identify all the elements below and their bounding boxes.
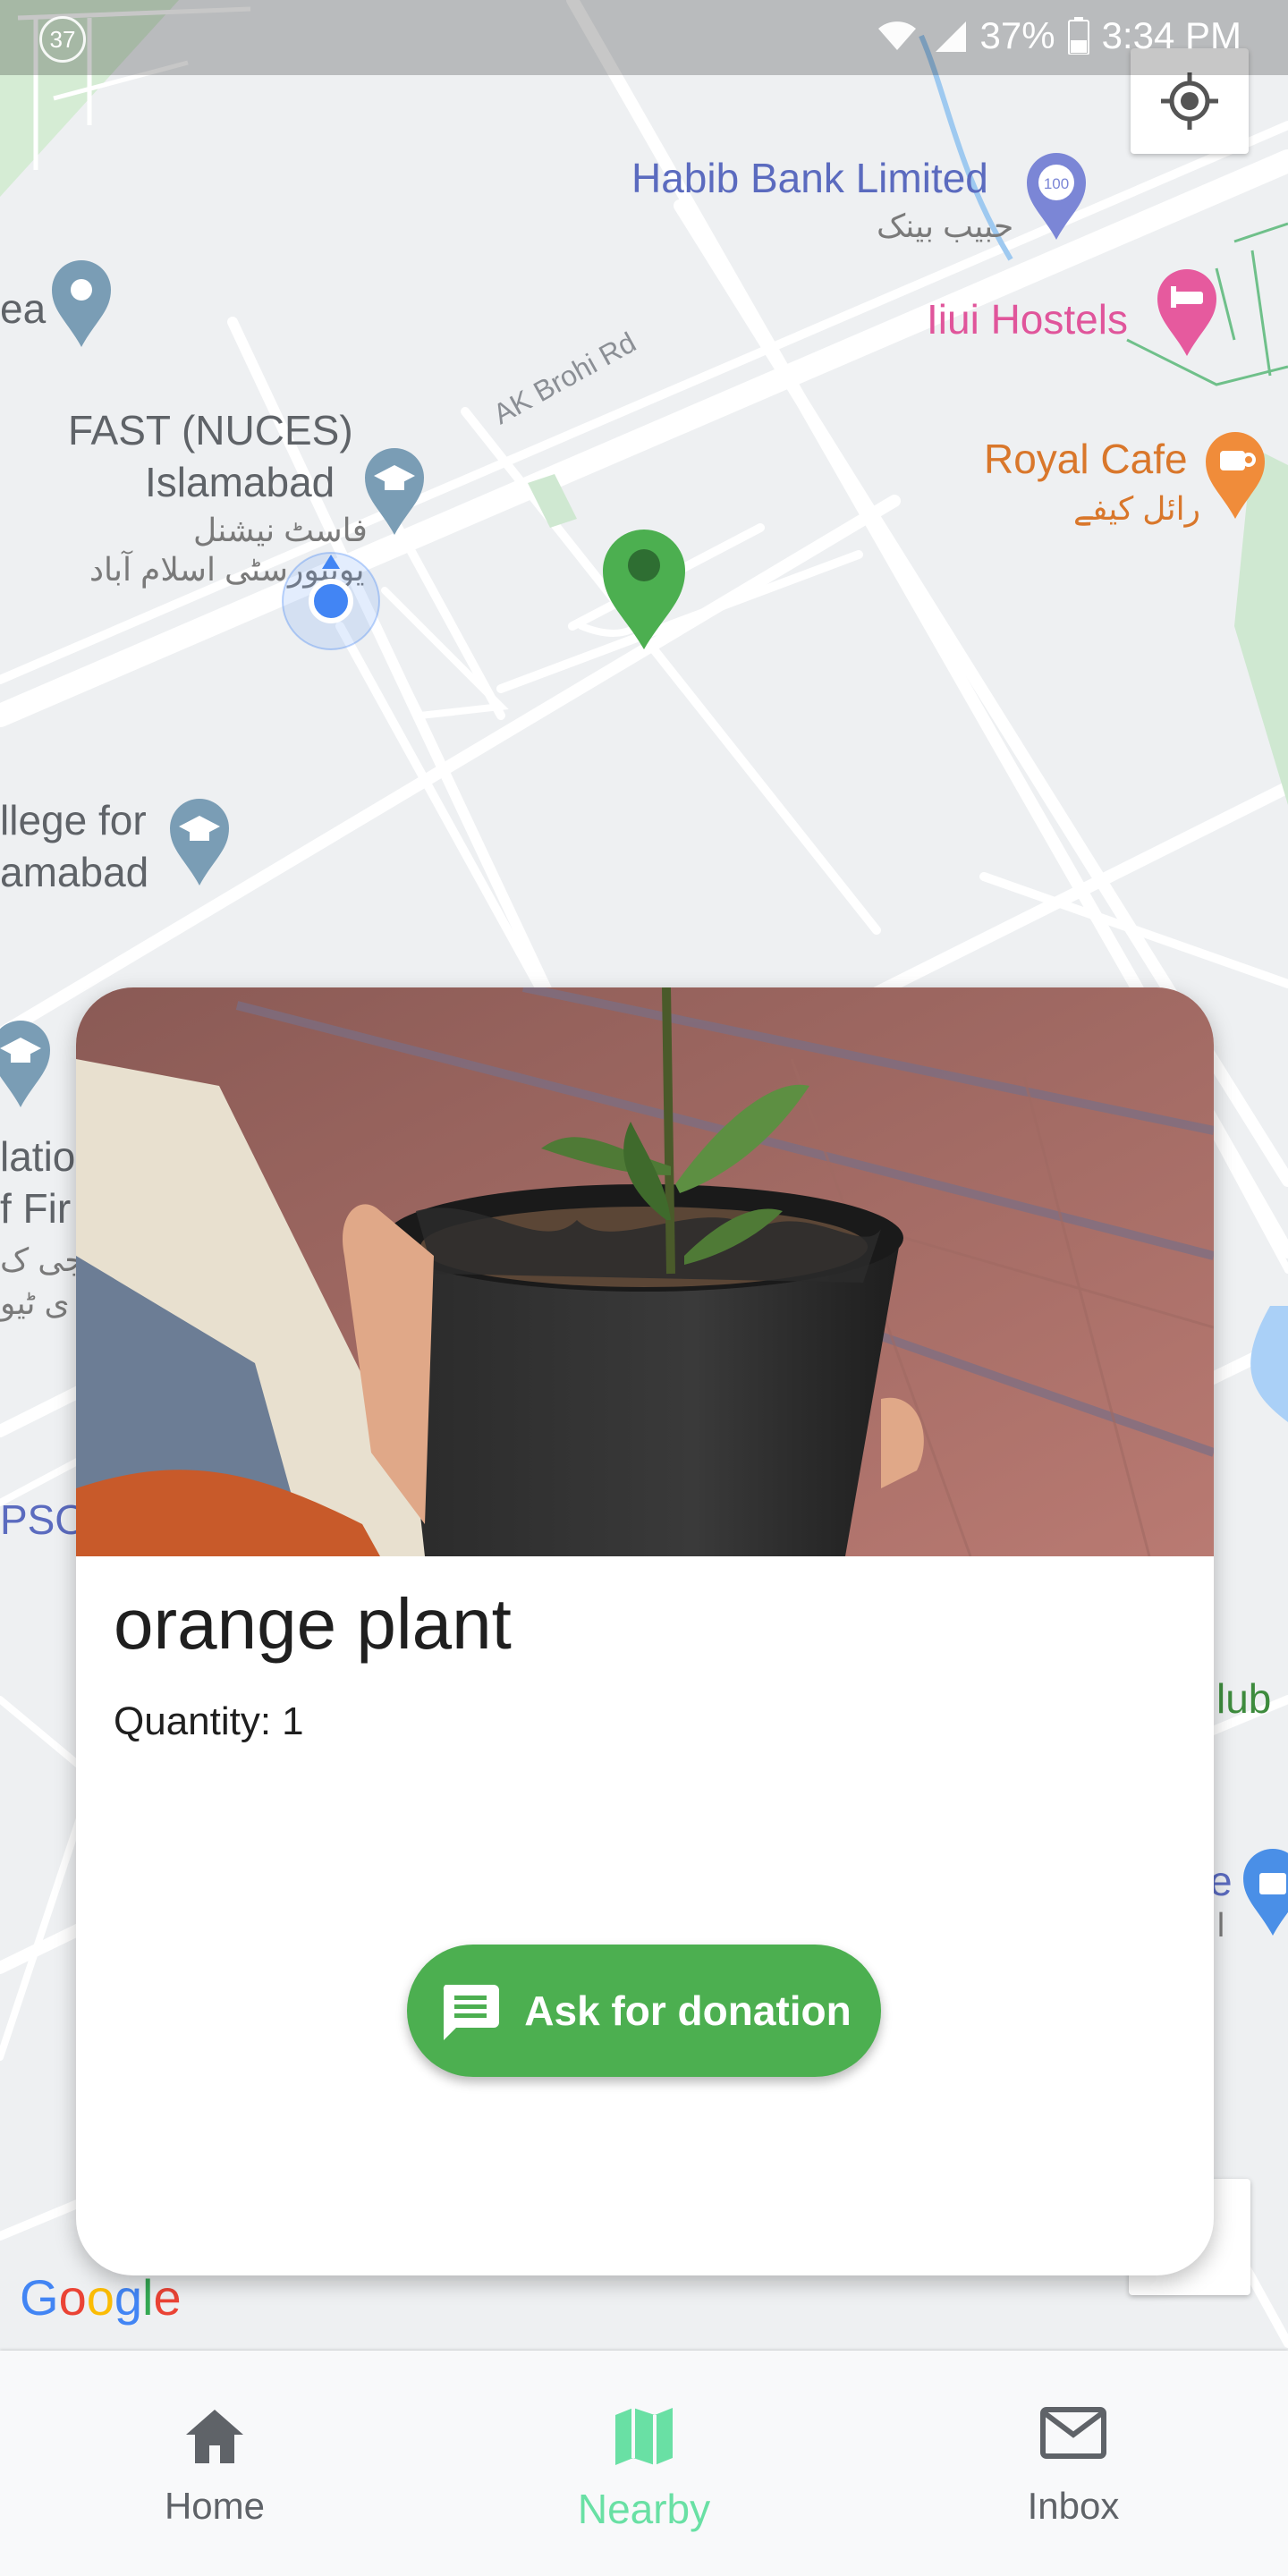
poi-royal-cafe-label: Royal Cafe — [984, 436, 1188, 482]
bottom-navigation: Home Nearby Inbox — [0, 2351, 1288, 2576]
shopping-pin-icon[interactable] — [1241, 1848, 1288, 1937]
place-pin-icon[interactable] — [50, 259, 113, 349]
hotel-pin-icon[interactable] — [1156, 268, 1218, 358]
home-icon — [186, 2410, 243, 2463]
bank-pin-badge: 100 — [1044, 175, 1069, 192]
item-quantity: Quantity: 1 — [114, 1699, 304, 1744]
ask-for-donation-button[interactable]: Ask for donation — [407, 1945, 881, 2077]
google-logo: Google — [20, 2268, 182, 2326]
college-pin-icon[interactable] — [168, 798, 231, 887]
donation-card[interactable]: orange plant Quantity: 1 Ask for donation — [76, 987, 1214, 2275]
wifi-icon — [877, 21, 916, 50]
google-logo-letter: G — [20, 2269, 59, 2326]
status-bar: 37 37% 3:34 PM — [0, 0, 1288, 75]
poi-fast-label-line1: FAST (NUCES) — [68, 407, 353, 453]
mail-icon — [1040, 2407, 1106, 2459]
google-logo-letter: e — [153, 2269, 182, 2326]
message-icon — [444, 1985, 500, 2040]
google-logo-letter: l — [142, 2269, 154, 2326]
nav-inbox-label: Inbox — [1027, 2485, 1120, 2527]
quantity-label: Quantity: — [114, 1699, 272, 1743]
clock: 3:34 PM — [1101, 14, 1241, 56]
plant-photo — [76, 987, 1214, 1556]
nav-nearby[interactable]: Nearby — [510, 2351, 778, 2576]
nav-nearby-label: Nearby — [577, 2486, 711, 2532]
item-title: orange plant — [114, 1584, 512, 1664]
university-pin-icon[interactable] — [363, 447, 426, 537]
poi-habib-bank-urdu-label: حبیب بینک — [877, 208, 1014, 244]
ask-for-donation-label: Ask for donation — [524, 1987, 852, 2034]
poi-hostels-label: Iiui Hostels — [927, 296, 1128, 343]
notification-badge: 37 — [39, 16, 86, 63]
nav-inbox[interactable]: Inbox — [939, 2351, 1208, 2576]
battery-icon — [1067, 17, 1089, 55]
nav-home[interactable]: Home — [80, 2351, 349, 2576]
google-logo-letter: g — [114, 2269, 143, 2326]
google-logo-letter: o — [58, 2269, 87, 2326]
poi-partial-label-1: latio — [0, 1133, 76, 1180]
donation-marker-icon[interactable] — [601, 530, 687, 651]
nav-home-label: Home — [164, 2485, 266, 2527]
map-icon — [615, 2408, 673, 2465]
quantity-value: 1 — [282, 1699, 304, 1743]
poi-college-label-line1: llege for — [0, 797, 147, 843]
cafe-pin-icon[interactable] — [1204, 431, 1267, 521]
poi-ea-label: ea — [0, 285, 47, 332]
poi-partial-label-2: f Fir — [0, 1185, 72, 1232]
signal-icon — [935, 21, 966, 52]
poi-club-label: lub — [1216, 1675, 1272, 1722]
poi-habib-bank-label: Habib Bank Limited — [631, 155, 988, 201]
poi-partial-label-4: ی ٹیو — [0, 1284, 70, 1321]
crosshair-icon — [1161, 72, 1218, 130]
poi-college-label-line2: amabad — [0, 849, 149, 895]
bank-pin-icon[interactable]: 100 — [1025, 152, 1088, 242]
poi-shop-urdu-label: ا — [1216, 1907, 1226, 1944]
battery-percent: 37% — [979, 14, 1055, 56]
my-location-icon — [282, 552, 380, 650]
poi-fast-label-line2: Islamabad — [145, 459, 335, 505]
poi-royal-cafe-urdu-label: رائل کیفے — [1073, 490, 1200, 527]
google-logo-letter: o — [86, 2269, 114, 2326]
edu-pin-icon[interactable] — [0, 1020, 52, 1109]
poi-pso-label: PSO — [0, 1496, 88, 1543]
